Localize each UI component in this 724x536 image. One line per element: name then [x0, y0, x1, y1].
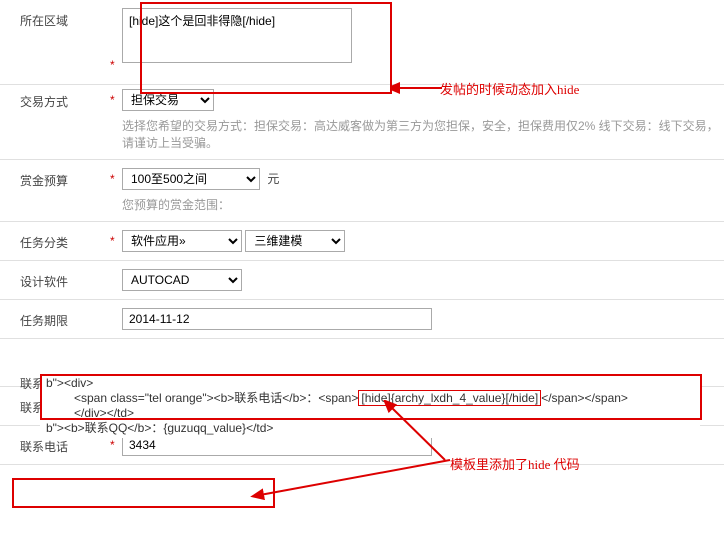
label-budget: 赏金预算: [20, 168, 110, 189]
code-line4: b"><b>联系QQ</b>：{guzuqq_value}</td>: [46, 421, 694, 436]
label-category: 任务分类: [20, 230, 110, 251]
annotation-1: 发帖的时候动态加入hide: [440, 79, 579, 98]
required-mark: *: [110, 230, 122, 248]
code-hide-fragment: [hide]{archy_lxdh_4_value}[/hide]: [358, 390, 541, 406]
required-mark: *: [110, 89, 122, 107]
code-overlay: b"><div> <span class="tel orange"><b>联系电…: [40, 374, 700, 438]
budget-select[interactable]: 100至500之间: [122, 168, 260, 190]
code-line2b: </span></span>: [541, 391, 628, 405]
code-line2a: <span class="tel orange"><b>联系电话</b>：<sp…: [74, 391, 358, 405]
category-select-2[interactable]: 三维建模: [245, 230, 345, 252]
label-software: 设计软件: [20, 269, 110, 290]
code-line3: </div></td>: [46, 406, 694, 421]
trade-hint: 选择您希望的交易方式：担保交易：高达威客做为第三方为您担保，安全，担保费用仅2%…: [122, 117, 724, 151]
deadline-input[interactable]: [122, 308, 432, 330]
region-textarea[interactable]: [hide]这个是回非得隐[/hide]: [122, 8, 352, 63]
trade-select[interactable]: 担保交易: [122, 89, 214, 111]
label-region: 所在区域: [20, 8, 110, 29]
annotation-2: 模板里添加了hide 代码: [450, 454, 580, 473]
label-trade: 交易方式: [20, 89, 110, 110]
label-deadline: 任务期限: [20, 308, 110, 329]
budget-hint: 您预算的赏金范围：: [122, 196, 724, 213]
budget-unit: 元: [267, 172, 279, 186]
software-select[interactable]: AUTOCAD: [122, 269, 242, 291]
category-select-1[interactable]: 软件应用»: [122, 230, 242, 252]
required-mark: *: [110, 168, 122, 186]
required-mark: *: [110, 8, 122, 72]
